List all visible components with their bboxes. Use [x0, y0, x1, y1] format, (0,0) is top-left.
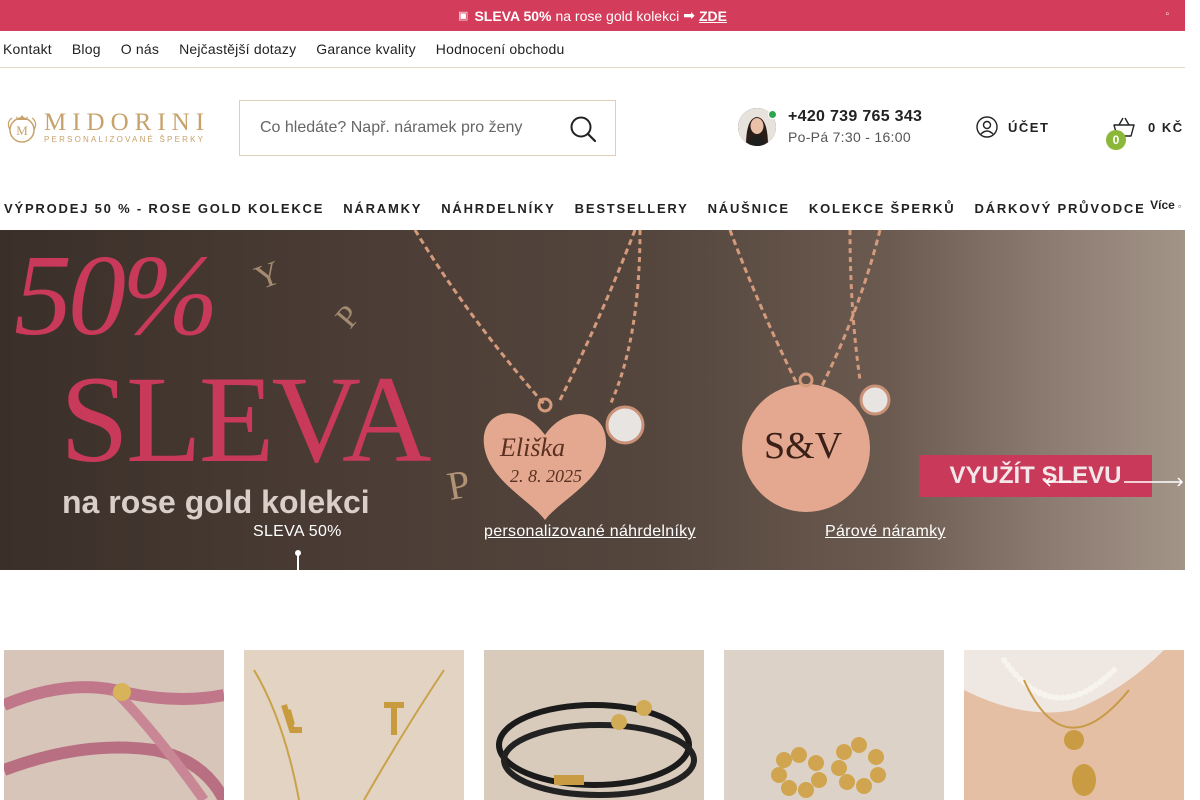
- nav-item-nahrdelniky[interactable]: NÁHRDELNÍKY: [441, 201, 555, 216]
- cart-count-badge: 0: [1106, 130, 1126, 150]
- crest-letter: M: [16, 123, 28, 138]
- promo-text: na rose gold kolekci: [555, 7, 680, 24]
- search-box: [239, 100, 616, 156]
- nav-item-nausnice[interactable]: NÁUŠNICE: [708, 201, 790, 216]
- contact-phone[interactable]: +420 739 765 343: [788, 108, 922, 126]
- header: M MIDORINI PERSONALIZOVANÉ ŠPERKY +420 7…: [0, 68, 1185, 186]
- black-cord-bracelets-image: [484, 650, 704, 800]
- nav-item-bestsellery[interactable]: BESTSELLERY: [575, 201, 689, 216]
- logo-tagline: PERSONALIZOVANÉ ŠPERKY: [44, 135, 206, 144]
- main-nav: VÝPRODEJ 50 % - ROSE GOLD KOLEKCE NÁRAMK…: [0, 186, 1185, 230]
- chevron-down-icon: ▫: [1178, 202, 1181, 211]
- contact-hours: Po-Pá 7:30 - 16:00: [788, 129, 911, 145]
- user-icon: [976, 116, 998, 138]
- promo-bold: SLEVA 50%: [474, 7, 552, 24]
- nav-item-kolekce[interactable]: KOLEKCE ŠPERKŮ: [809, 201, 956, 216]
- arrow-left-icon[interactable]: [1044, 477, 1074, 487]
- slide-indicator: [297, 552, 299, 570]
- online-status-icon: [768, 110, 777, 119]
- hero-tab-naramky[interactable]: Párové náramky: [825, 523, 946, 541]
- gift-icon: ▣: [458, 10, 469, 22]
- account-label: ÚČET: [1008, 119, 1050, 135]
- svg-text:P: P: [444, 461, 474, 509]
- nav-more-label: Více: [1150, 198, 1175, 212]
- hero-tab-sleva[interactable]: SLEVA 50%: [253, 523, 342, 541]
- hero-headline: SLEVA: [60, 351, 432, 488]
- nav-more-button[interactable]: Více ▫: [1150, 198, 1181, 212]
- hero-banner[interactable]: Y P P 50% SLEVA na rose gold kolekci Eli…: [0, 230, 1185, 570]
- product-tile[interactable]: [244, 650, 464, 800]
- gold-bead-earrings-image: [724, 650, 944, 800]
- account-button[interactable]: ÚČET: [976, 116, 1049, 138]
- hero-percent: 50%: [14, 232, 219, 360]
- arrow-right-icon[interactable]: [1124, 477, 1184, 487]
- gold-initial-necklace-image: [244, 650, 464, 800]
- pink-cord-bracelet-image: [4, 650, 224, 800]
- coin-engraving: S&V: [764, 425, 843, 467]
- toplink-kontakt[interactable]: Kontakt: [3, 41, 52, 57]
- promo-link[interactable]: ZDE: [699, 8, 727, 24]
- search-input[interactable]: [240, 101, 560, 155]
- layered-pearl-necklace-image: [964, 650, 1184, 800]
- logo-name: MIDORINI: [44, 109, 211, 136]
- heart-engraving-name: Eliška: [500, 433, 565, 462]
- heart-engraving-date: 2. 8. 2025: [510, 466, 582, 486]
- product-tile[interactable]: [964, 650, 1184, 800]
- svg-text:P: P: [328, 298, 367, 335]
- product-tile[interactable]: [4, 650, 224, 800]
- nav-item-naramky[interactable]: NÁRAMKY: [343, 201, 422, 216]
- product-tile[interactable]: [484, 650, 704, 800]
- toplink-faq[interactable]: Nejčastější dotazy: [179, 41, 296, 57]
- use-discount-button[interactable]: VYUŽÍT SLEVU: [919, 455, 1152, 497]
- logo[interactable]: M MIDORINI PERSONALIZOVANÉ ŠPERKY: [4, 108, 216, 148]
- nav-item-darkovy-pruvodce[interactable]: DÁRKOVÝ PRŮVODCE: [974, 201, 1145, 216]
- cart-button[interactable]: 0 0 KČ: [1106, 116, 1184, 150]
- toplink-o-nas[interactable]: O nás: [121, 41, 159, 57]
- hero-subline: na rose gold kolekci: [62, 484, 370, 520]
- toplink-hodnoceni[interactable]: Hodnocení obchodu: [436, 41, 565, 57]
- toplink-blog[interactable]: Blog: [72, 41, 101, 57]
- hero-tab-nahrdelniky[interactable]: personalizované náhrdelníky: [484, 523, 696, 541]
- crest-icon: M: [7, 115, 37, 143]
- contact-block[interactable]: +420 739 765 343 Po-Pá 7:30 - 16:00: [738, 106, 938, 150]
- top-links: Kontakt Blog O nás Nejčastější dotazy Ga…: [0, 31, 1185, 68]
- product-grid: [4, 650, 1185, 800]
- product-tile[interactable]: [724, 650, 944, 800]
- svg-text:Y: Y: [250, 254, 286, 297]
- promo-bar[interactable]: ▣ SLEVA 50% na rose gold kolekci ➡ ZDE ▫: [0, 0, 1185, 31]
- promo-arrow: ➡: [683, 7, 695, 23]
- search-icon[interactable]: [569, 115, 597, 143]
- cart-total: 0 KČ: [1148, 119, 1184, 135]
- toplink-garance[interactable]: Garance kvality: [316, 41, 415, 57]
- nav-item-vyprodej[interactable]: VÝPRODEJ 50 % - ROSE GOLD KOLEKCE: [4, 201, 324, 216]
- close-icon[interactable]: ▫: [1165, 9, 1169, 20]
